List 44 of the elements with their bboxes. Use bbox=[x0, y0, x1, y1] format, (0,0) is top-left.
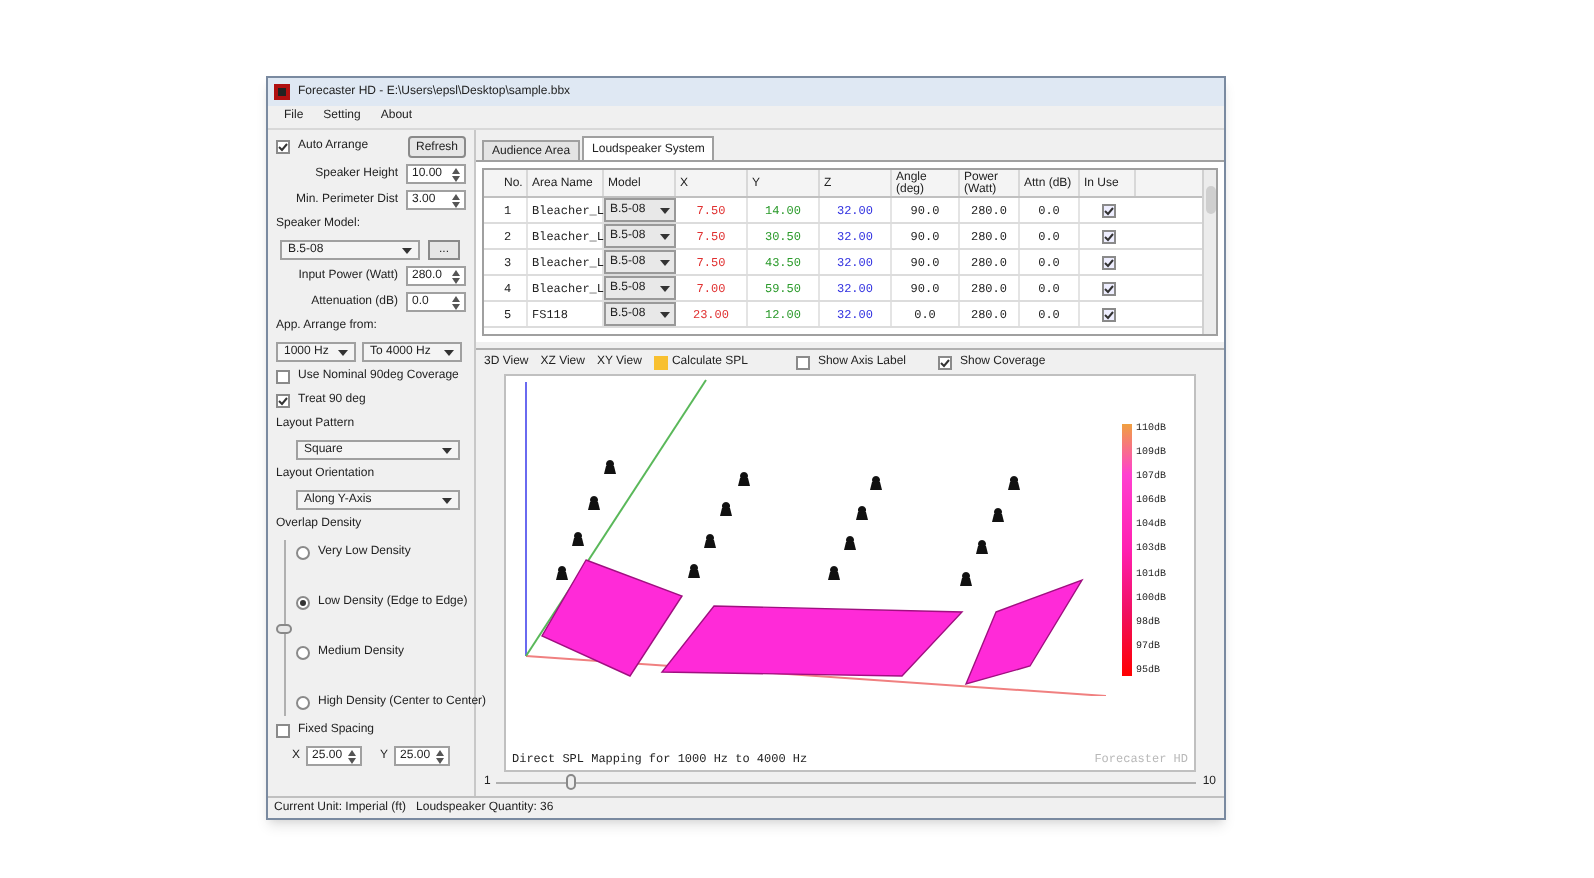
radio-button[interactable] bbox=[296, 696, 310, 710]
caret-icon bbox=[660, 233, 670, 239]
checkbox[interactable] bbox=[1101, 281, 1115, 295]
checkbox[interactable] bbox=[276, 370, 290, 384]
spin-arrows-icon bbox=[452, 193, 460, 207]
caret-icon bbox=[660, 207, 670, 213]
caret-icon bbox=[338, 349, 348, 355]
scrollbar[interactable] bbox=[1202, 170, 1216, 334]
checkbox[interactable] bbox=[276, 140, 290, 154]
checkbox[interactable] bbox=[795, 355, 810, 369]
check-icon bbox=[1103, 205, 1113, 215]
check-icon bbox=[278, 396, 288, 406]
caret-icon bbox=[660, 285, 670, 291]
checkbox[interactable] bbox=[1101, 307, 1115, 321]
caret-icon bbox=[402, 247, 412, 253]
calculate-icon bbox=[653, 355, 668, 369]
density-slider-thumb[interactable] bbox=[276, 623, 292, 633]
check-icon bbox=[278, 142, 288, 152]
checkbox[interactable] bbox=[276, 394, 290, 408]
check-icon bbox=[1103, 283, 1113, 293]
checkbox[interactable] bbox=[1101, 229, 1115, 243]
spin-arrows-icon bbox=[452, 269, 460, 283]
checkbox[interactable] bbox=[1101, 203, 1115, 217]
check-icon bbox=[1103, 309, 1113, 319]
radio-button[interactable] bbox=[296, 646, 310, 660]
caret-icon bbox=[442, 447, 452, 453]
caret-icon bbox=[660, 311, 670, 317]
spin-arrows-icon bbox=[452, 295, 460, 309]
caret-icon bbox=[444, 349, 454, 355]
checkbox[interactable] bbox=[276, 724, 290, 738]
spin-arrows-icon bbox=[348, 749, 357, 763]
radio-button[interactable] bbox=[296, 546, 310, 560]
radio-button[interactable] bbox=[296, 596, 310, 610]
check-icon bbox=[940, 357, 950, 367]
spin-arrows-icon bbox=[452, 167, 460, 181]
spin-arrows-icon bbox=[436, 749, 445, 763]
checkbox[interactable] bbox=[1101, 255, 1115, 269]
caret-icon bbox=[442, 497, 452, 503]
check-icon bbox=[1103, 257, 1113, 267]
caret-icon bbox=[660, 259, 670, 265]
slider-thumb[interactable] bbox=[566, 773, 577, 789]
checkbox[interactable] bbox=[938, 355, 952, 369]
check-icon bbox=[1103, 231, 1113, 241]
app-icon bbox=[274, 84, 290, 100]
